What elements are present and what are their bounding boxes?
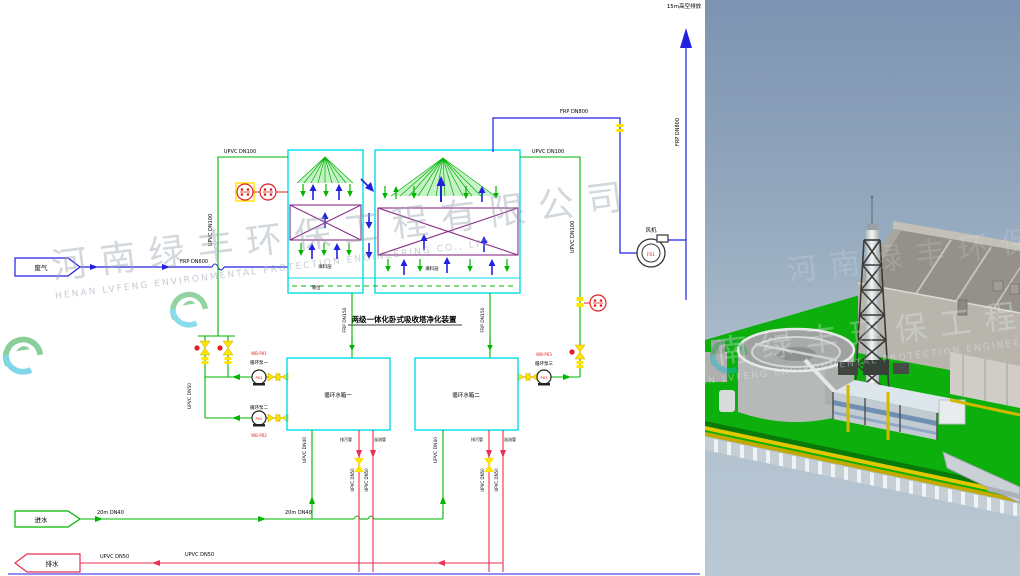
pump1-tag: WB-P01 bbox=[251, 351, 267, 356]
packing2-label: 填料层 bbox=[425, 265, 439, 272]
water-main-label-1: 20m DN40 bbox=[97, 510, 124, 516]
clean-gas-duct: FRP DN800 F01 风机 FRP DN800 15m高空排放 bbox=[493, 2, 702, 300]
spray-riser-label-right: UPVC DN100 bbox=[570, 221, 576, 253]
water-supply-line: 进水 20m DN40 20m DN40 UPVC DN40 UPVC DN40 bbox=[15, 430, 446, 527]
waste-gas-flag-label: 废气 bbox=[35, 263, 49, 272]
screenshot: 废气 FRP DN600 液位 bbox=[0, 0, 1020, 576]
misc-structures bbox=[705, 340, 735, 412]
spray-header-stage2 bbox=[391, 158, 495, 196]
spray-header-stage1 bbox=[297, 157, 353, 183]
liquid-level-label: 液位 bbox=[312, 284, 321, 291]
building-window bbox=[1010, 284, 1019, 294]
dosing-instrument-2 bbox=[260, 184, 276, 200]
circulation-pump-3: P03 WB-P03 循环泵三 bbox=[535, 352, 553, 386]
waste-gas-inlet-line: 废气 FRP DN600 bbox=[15, 258, 288, 276]
process-flow-diagram: 废气 FRP DN600 液位 bbox=[0, 0, 705, 576]
access-ramp bbox=[943, 452, 1020, 503]
blowdown-label-1: 排污管 bbox=[340, 436, 352, 442]
dosing-instruments bbox=[236, 183, 288, 201]
svg-text:P03: P03 bbox=[540, 375, 548, 380]
tank-feed-label-1: UPVC DN40 bbox=[302, 437, 308, 463]
water-main-label-2: 20m DN40 bbox=[285, 510, 312, 516]
spray-pipe-label-left: UPVC DN100 bbox=[224, 149, 256, 155]
pump2-label: 循环泵二 bbox=[250, 404, 268, 411]
stack-pipe-label: FRP DN800 bbox=[675, 118, 681, 146]
valve-left-2 bbox=[217, 341, 233, 364]
packing-layer-stage2 bbox=[378, 208, 518, 255]
spray-circuit-right bbox=[518, 157, 580, 377]
dosing-instrument-1 bbox=[237, 184, 253, 200]
instrument-right bbox=[577, 295, 607, 311]
fan-tag: F01 bbox=[647, 252, 655, 258]
stack-arrow bbox=[680, 28, 692, 48]
waste-gas-flag bbox=[15, 258, 80, 276]
water-inlet-label: 进水 bbox=[35, 515, 49, 524]
plant-3d-render: 河南绿丰环保工程有限公司 HENAN LVFENG ENVIRONMENTAL … bbox=[705, 0, 1020, 576]
pump3-label: 循环泵三 bbox=[535, 360, 553, 367]
pump1-label: 循环泵一 bbox=[250, 359, 268, 366]
tower-drain-label-1: FRP DN150 bbox=[342, 307, 348, 332]
svg-text:P01: P01 bbox=[255, 375, 263, 380]
exhaust-fan: F01 风机 bbox=[637, 226, 668, 267]
building-door bbox=[958, 300, 967, 315]
spray-pipe-label-right: UPVC DN100 bbox=[532, 149, 564, 155]
packing1-label: 填料层 bbox=[318, 263, 332, 270]
inlet-pipe-label: FRP DN600 bbox=[180, 259, 208, 265]
absorber-tower: 液位 bbox=[288, 150, 520, 325]
tank-drain-lines bbox=[78, 430, 503, 572]
drain-header-label-2: UPVC DN50 bbox=[185, 552, 214, 558]
circulation-pump-2: P02 循环泵二 WB-P02 bbox=[250, 404, 268, 438]
svg-text:UPVC DN50: UPVC DN50 bbox=[364, 468, 369, 492]
drain-outlet-label: 排水 bbox=[46, 559, 60, 568]
drain-valve-2 bbox=[484, 458, 494, 472]
pump2-tag: WB-P02 bbox=[251, 433, 267, 438]
pump3-tag: WB-P03 bbox=[536, 352, 552, 357]
drain-valve-1 bbox=[354, 458, 364, 472]
tank1-label: 循环水箱一 bbox=[324, 391, 352, 399]
plant-structures bbox=[705, 0, 1020, 576]
tower-drain-label-2: FRP DN150 bbox=[480, 307, 486, 332]
duct-pipe-label: FRP DN800 bbox=[560, 109, 588, 115]
blowdown-label-2: 排污管 bbox=[471, 436, 483, 442]
equipment-skid bbox=[833, 360, 965, 440]
svg-text:P02: P02 bbox=[255, 416, 263, 421]
tank-feed-label-2: UPVC DN40 bbox=[433, 437, 439, 463]
svg-text:UPVC DN50: UPVC DN50 bbox=[494, 468, 499, 492]
water-inlet-flag bbox=[15, 511, 80, 527]
tank2-label: 循环水箱二 bbox=[452, 391, 480, 399]
circulation-pump-1: P01 WB-P01 循环泵一 bbox=[250, 351, 268, 386]
tower-drains bbox=[352, 293, 490, 358]
building-window bbox=[993, 281, 1003, 291]
overflow-label-1: 溢流管 bbox=[374, 436, 386, 442]
spray-riser-label-left: UPVC DN100 bbox=[208, 214, 214, 246]
valve-left-1 bbox=[194, 341, 210, 364]
stack-outlet-label: 15m高空排放 bbox=[667, 2, 702, 10]
fan-label: 风机 bbox=[645, 226, 657, 234]
svg-text:UPVC DN50: UPVC DN50 bbox=[480, 468, 485, 492]
svg-text:UPVC DN50: UPVC DN50 bbox=[350, 468, 355, 492]
diagram-title: 两级一体化卧式吸收塔净化装置 bbox=[352, 314, 457, 324]
plant-building bbox=[858, 221, 1020, 383]
drain-header-label-1: UPVC DN50 bbox=[100, 554, 129, 560]
pump-branch-label: UPVC DN50 bbox=[187, 383, 193, 409]
valve-right bbox=[569, 345, 585, 368]
overflow-label-2: 溢流管 bbox=[504, 436, 516, 442]
